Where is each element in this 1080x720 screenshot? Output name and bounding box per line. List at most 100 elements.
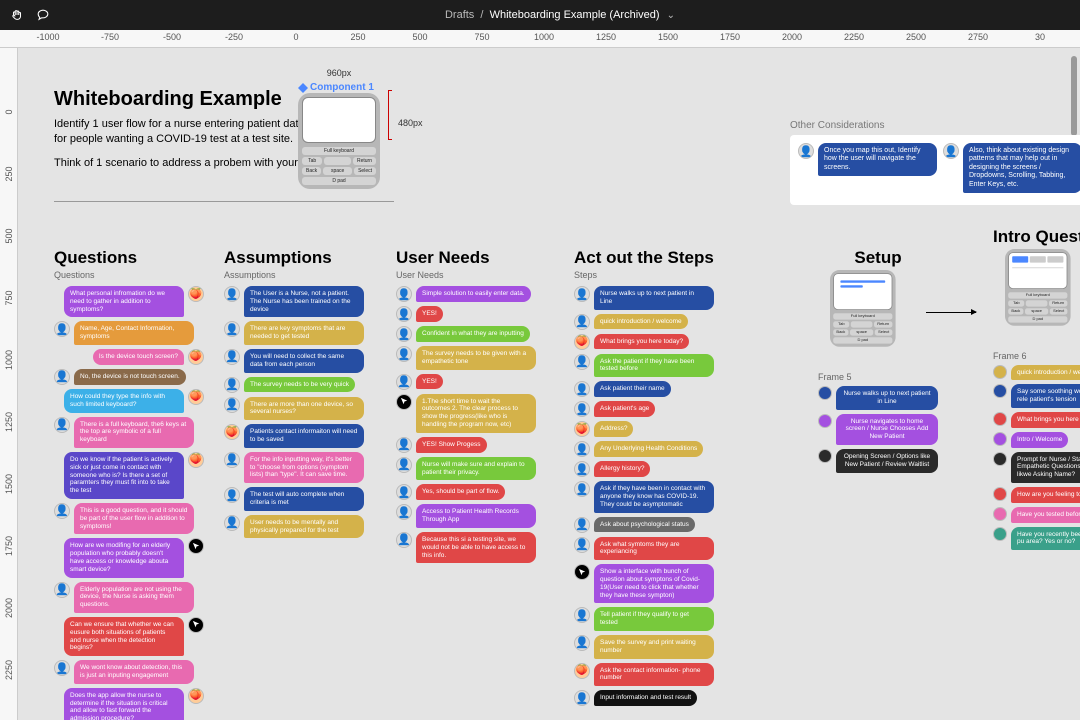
bubble-row[interactable]: 🍑Address? [574,421,724,437]
bubble-row[interactable]: The survey needs to be given with a empa… [396,346,546,370]
bubble-row[interactable]: Because this si a testing site, we would… [396,532,546,563]
bubble-row[interactable]: 1.The short time to wait the outcomes 2.… [396,394,546,433]
flow-step[interactable]: quick introduction / welcome [993,365,1080,381]
avatar-icon [224,452,240,468]
bubble-row[interactable]: Confident in what they are inputting [396,326,546,342]
bubble-row[interactable]: The survey needs to be very quick [224,377,374,393]
flow-bubble: How are you feeling today? [1011,487,1080,503]
bubble-row[interactable]: Ask patient's age [574,401,724,417]
column-questions[interactable]: Questions Questions 🍑What personal infro… [54,248,204,720]
avatar-icon: 🍑 [188,286,204,302]
bubble-row[interactable]: 🍑Is the device touch screen? [54,349,204,365]
column-user-needs[interactable]: User Needs User Needs Simple solution to… [396,248,546,567]
key-space: space [323,167,352,175]
considerations-block[interactable]: Other Considerations Once you map this o… [790,120,1080,205]
avatar-icon [993,527,1007,541]
phone-mockup[interactable]: 960px Component 1 Full keyboard Tab Retu… [298,68,380,189]
column-steps[interactable]: Act out the Steps Steps Nurse walks up t… [574,248,724,710]
flow-step[interactable]: Opening Screen / Options like New Patien… [818,449,938,473]
avatar-icon [224,377,240,393]
bubble-row[interactable]: Save the survey and print waiting number [574,635,724,659]
bubble-row[interactable]: The test will auto complete when criteri… [224,487,374,511]
flow-step[interactable]: Have you tested before [993,507,1080,523]
avatar-icon [54,582,70,598]
flow-step[interactable]: Intro / Welcome [993,432,1080,448]
bubble-row[interactable]: Allergy history? [574,461,724,477]
bubble-row[interactable]: Show a interface with bunch of question … [574,564,724,603]
flow-bubble: Prompt for Nurse / Start with Empathetic… [1011,452,1080,483]
bubble-row[interactable]: How are we modifing for an elderly popul… [54,538,204,577]
bubble-row[interactable]: Can we ensure that whether we can eusure… [54,617,204,656]
flow-step[interactable]: Have you recently been to any pu area? Y… [993,527,1080,551]
component-label[interactable]: Component 1 [298,82,380,93]
avatar-icon [54,321,70,337]
frame-label: Assumptions [224,270,374,280]
hand-tool-icon[interactable] [10,8,24,22]
bubble-row[interactable]: Nurse will make sure and explain to pati… [396,457,546,481]
flow-step[interactable]: Prompt for Nurse / Start with Empathetic… [993,452,1080,483]
flow-step[interactable]: Nurse navigates to home screen / Nurse C… [818,414,938,445]
chat-bubble: Ask the contact information- phone numbe… [594,663,714,687]
bubble-row[interactable]: 🍑What personal infromation do we need to… [54,286,204,317]
bubble-row[interactable]: 🍑What brings you here today? [574,334,724,350]
chat-bubble: The survey needs to be very quick [244,377,355,393]
avatar-icon [396,504,412,520]
bubble-row[interactable]: YES! [396,374,546,390]
bubble-row[interactable]: YES! Show Progess [396,437,546,453]
flow-step[interactable]: Nurse walks up to next patient in Line [818,386,938,410]
bubble-row[interactable]: Ask what symtoms they are experiancing [574,537,724,561]
chat-bubble: Ask patient's age [594,401,655,417]
bubble-row[interactable]: Elderly population are not using the dev… [54,582,204,613]
breadcrumb[interactable]: Drafts / Whiteboarding Example (Archived… [50,9,1070,21]
bubble-row[interactable]: Ask if they have been in contact with an… [574,481,724,512]
bubble-row[interactable]: User needs to be mentally and physically… [224,515,374,539]
flow-bubble: quick introduction / welcome [1011,365,1080,381]
chat-bubble: Ask about psychological status [594,517,695,533]
bubble-row[interactable]: Ask patient their name [574,381,724,397]
bubble-row[interactable]: 🍑Do we know if the patient is actively s… [54,452,204,499]
bubble-row[interactable]: No, the device is not touch screen. [54,369,204,385]
bubble-row[interactable]: Nurse walks up to next patient in Line [574,286,724,310]
bubble-row[interactable]: 🍑Does the app allow the nurse to determi… [54,688,204,720]
bubble-row[interactable]: 🍑Ask the contact information- phone numb… [574,663,724,687]
bubble-row[interactable]: There is a full keyboard, the6 keys at t… [54,417,204,448]
chat-bubble: What brings you here today? [594,334,689,350]
avatar-icon: 🍑 [574,334,590,350]
canvas-viewport[interactable]: Whiteboarding Example Identify 1 user fl… [18,48,1080,720]
column-assumptions[interactable]: Assumptions Assumptions The User is a Nu… [224,248,374,542]
chevron-down-icon[interactable]: ⌄ [667,10,675,21]
bubble-row[interactable]: 🍑How could they type the info with such … [54,389,204,413]
bubble-row[interactable]: Ask the patient if they have been tested… [574,354,724,378]
chat-bubble: Show a interface with bunch of question … [594,564,714,603]
bubble-row[interactable]: Access to Patient Health Records Through… [396,504,546,528]
bubble-row[interactable]: Name, Age, Contact Information, symptoms [54,321,204,345]
chat-bubble: Yes, should be part of flow. [416,484,505,500]
avatar-icon [54,417,70,433]
bubble-row[interactable]: Tell patient if they qualify to get test… [574,607,724,631]
bubble-row[interactable]: There are more than one device, so sever… [224,397,374,421]
flow-step[interactable]: Say some soothing words to rele patient'… [993,384,1080,408]
comment-tool-icon[interactable] [36,8,50,22]
bubble-row[interactable]: Ask about psychological status [574,517,724,533]
avatar-icon [574,607,590,623]
bubble-row[interactable]: quick introduction / welcome [574,314,724,330]
column-setup[interactable]: Setup Full keyboard TabReturn BackspaceS… [818,248,938,477]
flow-step[interactable]: How are you feeling today? [993,487,1080,503]
consideration-bubble: Once you map this out, Identify how the … [818,143,937,176]
column-intro-questions[interactable]: Intro Question Full keyboard TabReturn B… [993,228,1080,554]
column-heading: Setup [818,248,938,268]
bubble-row[interactable]: Simple solution to easily enter data. [396,286,546,302]
bubble-row[interactable]: Any Underlying Health Conditions [574,441,724,457]
bubble-row[interactable]: For the info inputting way, it's better … [224,452,374,483]
frame-label: User Needs [396,270,546,280]
bubble-row[interactable]: The User is a Nurse, not a patient. The … [224,286,374,317]
bubble-row[interactable]: Input information and test result [574,690,724,706]
flow-step[interactable]: What brings you here today? [993,412,1080,428]
bubble-row[interactable]: We wont know about detection, this is ju… [54,660,204,684]
bubble-row[interactable]: You will need to collect the same data f… [224,349,374,373]
bubble-row[interactable]: This is a good question, and it should b… [54,503,204,534]
bubble-row[interactable]: YES! [396,306,546,322]
bubble-row[interactable]: There are key symptoms that are needed t… [224,321,374,345]
bubble-row[interactable]: 🍑Patients contact informaiton will need … [224,424,374,448]
bubble-row[interactable]: Yes, should be part of flow. [396,484,546,500]
